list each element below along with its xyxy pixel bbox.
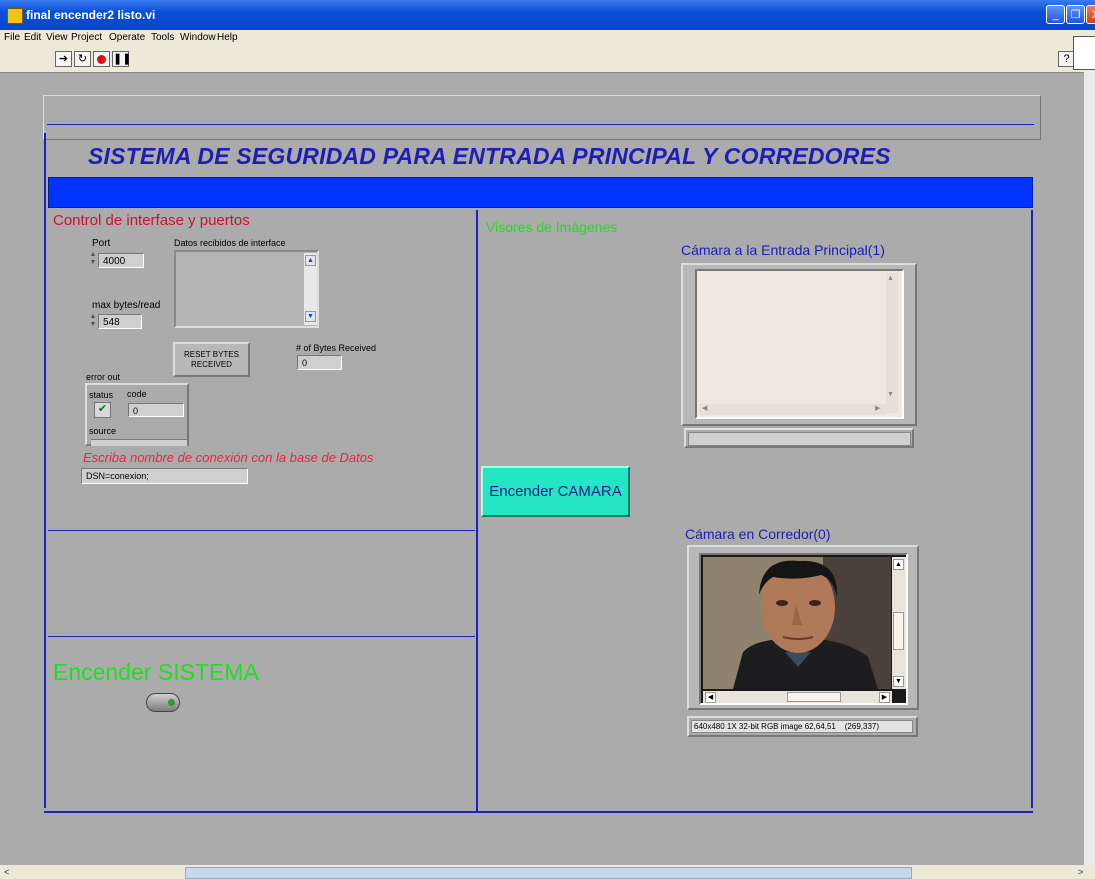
camera0-face-image	[703, 557, 891, 689]
vscroll-thumb[interactable]	[893, 612, 904, 650]
scroll-thumb[interactable]	[185, 867, 912, 879]
scroll-down-icon[interactable]: ▼	[887, 391, 894, 398]
run-continuously-icon[interactable]: ↻	[74, 51, 91, 67]
menu-window[interactable]: Window	[180, 32, 216, 43]
port-incdec-icon[interactable]: ▲ ▼	[89, 251, 97, 268]
scroll-left-icon[interactable]: ◀	[705, 692, 716, 703]
toolbar: ➜ ↻ ❚❚ ?	[0, 36, 1095, 73]
restore-button[interactable]: ❐	[1066, 5, 1085, 24]
scroll-up-icon[interactable]: ▲	[887, 275, 894, 282]
camera1-vscroll[interactable]: ▲ ▼	[886, 273, 898, 413]
bytes-received-value: 0	[297, 355, 342, 370]
camera1-info-bar	[688, 432, 911, 446]
encender-camara-button[interactable]: Encender CAMARA	[481, 466, 630, 517]
minimize-button[interactable]: _	[1046, 5, 1065, 24]
db-connection-input[interactable]: DSN=conexion;	[81, 468, 248, 484]
camera1-title: Cámara a la Entrada Principal(1)	[681, 242, 885, 258]
menu-bar: File Edit View Project Operate Tools Win…	[0, 30, 1095, 46]
abort-icon[interactable]	[93, 51, 110, 67]
system-power-toggle[interactable]	[146, 693, 180, 712]
datos-label: Datos recibidos de interface	[174, 238, 286, 248]
menu-file[interactable]: File	[4, 32, 20, 43]
window-title: final encender2 listo.vi	[26, 8, 156, 22]
horizontal-scrollbar[interactable]: < >	[0, 865, 1095, 879]
scroll-right-icon[interactable]: >	[1078, 867, 1088, 877]
scroll-right-icon[interactable]: ▶	[879, 692, 890, 703]
source-field	[91, 439, 187, 446]
scroll-up-icon[interactable]: ▲	[305, 255, 316, 266]
vi-connector-icon	[1073, 36, 1095, 70]
status-checkmark-icon: ✔	[94, 402, 111, 418]
camera0-title: Cámara en Corredor(0)	[685, 526, 831, 542]
reset-bytes-button[interactable]: RESET BYTES RECEIVED	[173, 342, 250, 377]
right-border-line	[1031, 210, 1033, 808]
face-photo-image	[703, 557, 891, 689]
left-divider-2	[48, 636, 475, 637]
max-bytes-incdec-icon[interactable]: ▲ ▼	[89, 313, 97, 330]
bytes-received-label: # of Bytes Received	[296, 343, 377, 353]
max-bytes-input[interactable]: 548	[98, 314, 142, 329]
window-title-bar: final encender2 listo.vi _ ❐ X	[0, 0, 1095, 30]
camera0-image-display: ▲ ▼ ◀ ▶	[699, 553, 908, 705]
toggle-led-icon	[168, 699, 175, 706]
pause-icon[interactable]: ❚❚	[112, 51, 131, 67]
scroll-up-icon[interactable]: ▲	[893, 559, 904, 570]
menu-tools[interactable]: Tools	[151, 32, 174, 43]
camera0-vscroll[interactable]: ▲ ▼	[892, 557, 906, 689]
left-divider-1	[48, 530, 475, 531]
camera1-frame: ▲ ▼ ◀ ▶	[681, 263, 917, 426]
error-out-cluster: status code ✔ 0 source	[85, 383, 189, 446]
scroll-right-icon[interactable]: ▶	[875, 404, 880, 412]
close-button[interactable]: X	[1086, 5, 1095, 24]
camera0-frame: ▲ ▼ ◀ ▶	[687, 545, 919, 710]
datos-recibidos-display: ▲ ▼	[174, 250, 319, 328]
camera0-hscroll[interactable]: ◀ ▶	[703, 691, 892, 703]
menu-view[interactable]: View	[46, 32, 68, 43]
db-connection-prompt: Escriba nombre de conexión con la base d…	[83, 450, 374, 465]
scroll-down-icon[interactable]: ▼	[893, 676, 904, 687]
camera1-hscroll[interactable]: ◀ ▶	[699, 404, 886, 415]
port-input[interactable]: 4000	[98, 253, 144, 268]
bottom-border-line	[44, 811, 1033, 813]
source-label: source	[89, 426, 117, 436]
hscroll-thumb[interactable]	[787, 692, 841, 702]
title-blue-bar	[48, 177, 1033, 208]
datos-scrollbar[interactable]: ▲ ▼	[304, 253, 317, 325]
camera0-info-frame: 640x480 1X 32-bit RGB image 62,64,51 (26…	[687, 716, 918, 737]
image-viewers-heading: Visores de Imágenes	[486, 219, 618, 235]
code-label: code	[127, 389, 147, 399]
scroll-down-icon[interactable]: ▼	[305, 311, 316, 322]
labview-vi-icon	[7, 8, 23, 24]
camera1-info-frame	[684, 428, 914, 448]
menu-operate[interactable]: Operate	[109, 32, 145, 43]
scroll-left-icon[interactable]: <	[4, 867, 14, 877]
menu-project[interactable]: Project	[71, 32, 102, 43]
error-out-label: error out	[86, 372, 121, 382]
port-label: Port	[92, 238, 111, 249]
header-divider	[47, 124, 1034, 125]
scroll-left-icon[interactable]: ◀	[702, 404, 707, 412]
menu-help[interactable]: Help	[217, 32, 238, 43]
camera0-image-info: 640x480 1X 32-bit RGB image 62,64,51 (26…	[691, 720, 913, 733]
camera1-image-display: ▲ ▼ ◀ ▶	[695, 269, 904, 419]
panel-title: SISTEMA DE SEGURIDAD PARA ENTRADA PRINCI…	[88, 143, 891, 169]
left-border-line	[44, 133, 46, 808]
vertical-scrollbar[interactable]	[1084, 72, 1095, 865]
header-frame	[43, 95, 1041, 140]
interface-control-heading: Control de interfase y puertos	[53, 212, 250, 229]
menu-edit[interactable]: Edit	[24, 32, 41, 43]
run-icon[interactable]: ➜	[55, 51, 72, 67]
status-label: status	[89, 390, 114, 400]
error-code-value: 0	[128, 403, 184, 417]
max-bytes-label: max bytes/read	[92, 300, 161, 311]
encender-sistema-label: Encender SISTEMA	[53, 659, 259, 685]
center-divider-line	[476, 210, 478, 812]
